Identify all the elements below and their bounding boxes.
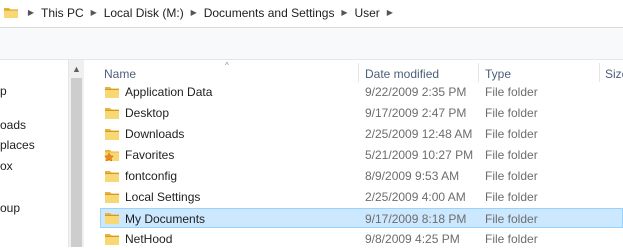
row-date-modified: 5/21/2009 10:27 PM bbox=[365, 148, 474, 162]
scroll-up-icon[interactable]: ▲ bbox=[69, 60, 84, 77]
table-row[interactable]: Local Settings 2/25/2009 4:00 AM File fold… bbox=[100, 187, 623, 207]
toolbar-strip bbox=[0, 28, 623, 60]
row-type: File folder bbox=[485, 127, 538, 141]
row-type: File folder bbox=[485, 232, 538, 246]
row-name: My Documents bbox=[125, 212, 206, 226]
chevron-right-icon[interactable]: ▶ bbox=[187, 0, 201, 25]
row-date-modified: 2/25/2009 4:00 AM bbox=[365, 190, 466, 204]
table-row[interactable]: fontconfig 8/9/2009 9:53 AM File folder bbox=[100, 166, 623, 186]
row-name: fontconfig bbox=[125, 169, 178, 183]
folder-icon bbox=[104, 168, 120, 187]
row-name: Local Settings bbox=[125, 190, 201, 204]
column-name[interactable]: Name bbox=[104, 60, 136, 82]
row-name: NetHood bbox=[125, 232, 173, 246]
folder-icon bbox=[104, 105, 120, 124]
row-date-modified: 9/17/2009 2:47 PM bbox=[365, 106, 467, 120]
table-row[interactable]: My Documents 9/17/2009 8:18 PM File folder bbox=[100, 208, 623, 228]
toolbar-area bbox=[0, 31, 623, 56]
navigation-pane: p oads places ox oup bbox=[0, 60, 68, 247]
folder-icon bbox=[104, 189, 120, 208]
row-name: Downloads bbox=[125, 127, 185, 141]
nav-item[interactable]: ox bbox=[0, 157, 13, 175]
row-date-modified: 8/9/2009 9:53 AM bbox=[365, 169, 460, 183]
nav-item[interactable]: places bbox=[0, 136, 35, 154]
row-date-modified: 2/25/2009 12:48 AM bbox=[365, 127, 473, 141]
folder-icon bbox=[104, 84, 120, 103]
folder-icon bbox=[104, 126, 120, 145]
nav-item[interactable]: oup bbox=[0, 199, 20, 217]
address-bar[interactable]: ▶ This PC ▶ Local Disk (M:) ▶ Documents … bbox=[0, 0, 623, 28]
folder-icon bbox=[104, 210, 120, 229]
breadcrumb-documents-and-settings[interactable]: Documents and Settings bbox=[201, 6, 338, 20]
column-type[interactable]: Type bbox=[485, 60, 511, 82]
chevron-right-icon[interactable]: ▶ bbox=[24, 0, 38, 25]
breadcrumb-this-pc[interactable]: This PC bbox=[38, 6, 87, 20]
row-type: File folder bbox=[485, 85, 538, 99]
chevron-right-icon[interactable]: ▶ bbox=[337, 0, 351, 25]
nav-scrollbar[interactable]: ▲ bbox=[68, 60, 84, 247]
row-type: File folder bbox=[485, 148, 538, 162]
table-row[interactable]: Application Data 9/22/2009 2:35 PM File fo… bbox=[100, 82, 623, 102]
address-folder-icon bbox=[0, 0, 24, 25]
table-row[interactable]: Desktop 9/17/2009 2:47 PM File folder bbox=[100, 103, 623, 123]
scrollbar-thumb[interactable] bbox=[71, 78, 82, 247]
row-type: File folder bbox=[485, 212, 538, 226]
row-name: Favorites bbox=[125, 148, 175, 162]
column-divider[interactable] bbox=[599, 63, 600, 82]
breadcrumb: ▶ This PC ▶ Local Disk (M:) ▶ Documents … bbox=[0, 0, 623, 25]
column-date-modified[interactable]: Date modified bbox=[365, 60, 439, 82]
chevron-right-icon[interactable]: ▶ bbox=[87, 0, 101, 25]
table-row[interactable]: NetHood 9/8/2009 4:25 PM File folder bbox=[100, 229, 623, 249]
table-row[interactable]: Favorites 5/21/2009 10:27 PM File folder bbox=[100, 145, 623, 165]
chevron-right-icon[interactable]: ▶ bbox=[383, 0, 397, 25]
column-divider[interactable] bbox=[358, 63, 359, 82]
row-date-modified: 9/17/2009 8:18 PM bbox=[365, 212, 467, 226]
row-name: Desktop bbox=[125, 106, 170, 120]
sort-ascending-icon: ^ bbox=[225, 61, 229, 70]
column-header: ^ Name Date modified Type Size bbox=[84, 60, 623, 82]
table-row[interactable]: Downloads 2/25/2009 12:48 AM File folder bbox=[100, 124, 623, 144]
breadcrumb-user[interactable]: User bbox=[351, 6, 382, 20]
row-type: File folder bbox=[485, 106, 538, 120]
column-divider[interactable] bbox=[478, 63, 479, 82]
favorites-folder-icon bbox=[104, 147, 120, 166]
nav-item[interactable]: p bbox=[0, 82, 7, 100]
breadcrumb-local-disk[interactable]: Local Disk (M:) bbox=[101, 6, 187, 20]
row-type: File folder bbox=[485, 169, 538, 183]
column-size[interactable]: Size bbox=[605, 60, 623, 82]
nav-item[interactable]: oads bbox=[0, 116, 26, 134]
row-type: File folder bbox=[485, 190, 538, 204]
row-date-modified: 9/8/2009 4:25 PM bbox=[365, 232, 460, 246]
folder-icon bbox=[104, 231, 120, 250]
row-date-modified: 9/22/2009 2:35 PM bbox=[365, 85, 467, 99]
file-list: ^ Name Date modified Type Size Applicati… bbox=[84, 60, 623, 247]
row-name: Application Data bbox=[125, 85, 213, 99]
